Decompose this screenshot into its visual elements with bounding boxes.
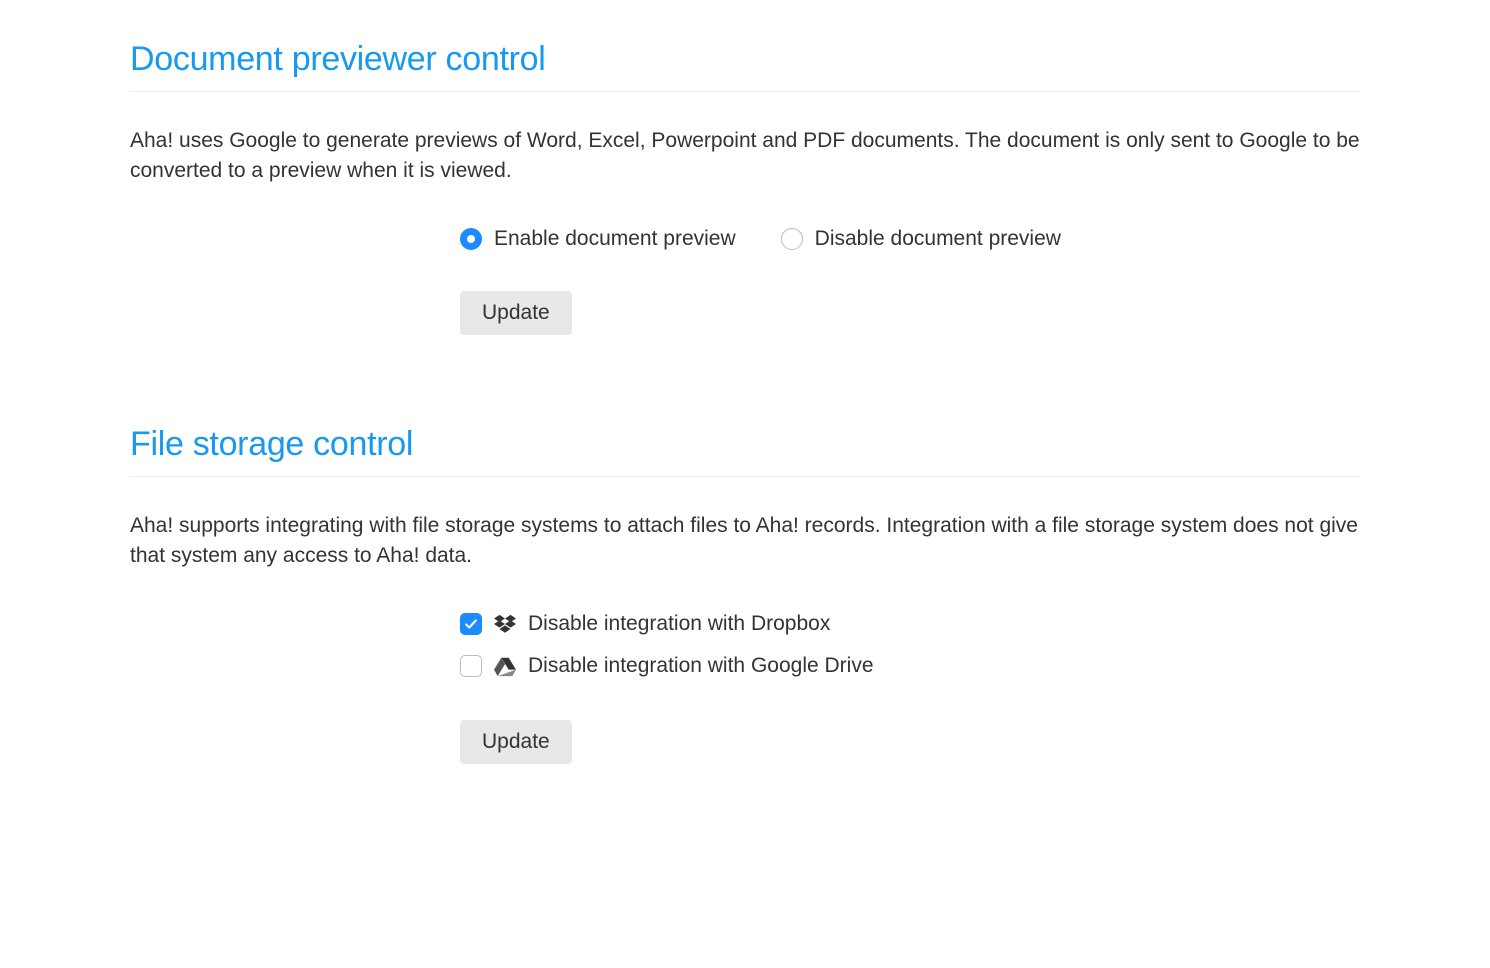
controls-block: Disable integration with Dropbox: [460, 612, 1360, 764]
checkbox-list-file-storage: Disable integration with Dropbox: [460, 612, 1360, 678]
section-divider: [130, 91, 1360, 92]
section-divider: [130, 476, 1360, 477]
checkbox-label: Disable integration with Dropbox: [528, 612, 830, 636]
section-title: Document previewer control: [130, 40, 1360, 79]
radio-input[interactable]: [460, 228, 482, 250]
radio-group-document-preview: Enable document preview Disable document…: [460, 227, 1360, 251]
section-description: Aha! uses Google to generate previews of…: [130, 126, 1360, 187]
google-drive-icon: [494, 655, 516, 677]
checkbox-disable-google-drive[interactable]: Disable integration with Google Drive: [460, 654, 1360, 678]
checkbox-input[interactable]: [460, 655, 482, 677]
radio-label: Enable document preview: [494, 227, 736, 251]
dropbox-icon: [494, 613, 516, 635]
section-title: File storage control: [130, 425, 1360, 464]
checkbox-input[interactable]: [460, 613, 482, 635]
settings-page: Document previewer control Aha! uses Goo…: [0, 0, 1490, 894]
radio-label: Disable document preview: [815, 227, 1061, 251]
radio-disable-document-preview[interactable]: Disable document preview: [781, 227, 1061, 251]
checkmark-icon: [464, 617, 478, 631]
radio-input[interactable]: [781, 228, 803, 250]
section-description: Aha! supports integrating with file stor…: [130, 511, 1360, 572]
radio-selected-dot: [467, 235, 475, 243]
controls-block: Enable document preview Disable document…: [460, 227, 1360, 335]
radio-enable-document-preview[interactable]: Enable document preview: [460, 227, 736, 251]
section-document-previewer: Document previewer control Aha! uses Goo…: [130, 40, 1360, 335]
update-button-document-preview[interactable]: Update: [460, 291, 572, 335]
update-button-file-storage[interactable]: Update: [460, 720, 572, 764]
checkbox-label: Disable integration with Google Drive: [528, 654, 874, 678]
section-file-storage: File storage control Aha! supports integ…: [130, 425, 1360, 764]
checkbox-disable-dropbox[interactable]: Disable integration with Dropbox: [460, 612, 1360, 636]
